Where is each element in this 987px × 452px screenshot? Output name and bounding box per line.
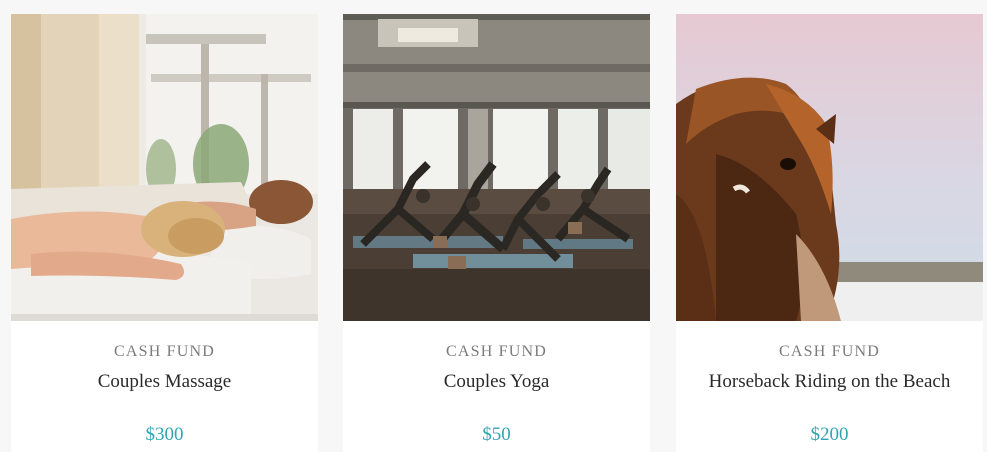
fund-image-couples-massage[interactable] xyxy=(11,14,318,321)
fund-type-label: CASH FUND xyxy=(113,343,216,360)
fund-title[interactable]: Couples Yoga xyxy=(343,371,650,393)
fund-image-horseback-riding[interactable] xyxy=(676,14,983,321)
cash-fund-grid: CASH FUND Couples Massage $300 CASH FUND… xyxy=(0,0,987,452)
fund-details: CASH FUND Couples Massage $300 xyxy=(11,321,318,452)
fund-price: $200 xyxy=(810,424,849,445)
fund-image-couples-yoga[interactable] xyxy=(343,14,650,321)
fund-title[interactable]: Horseback Riding on the Beach xyxy=(676,371,983,393)
fund-type-label: CASH FUND xyxy=(445,343,548,360)
fund-price: $50 xyxy=(482,424,511,445)
fund-type-label: CASH FUND xyxy=(778,343,881,360)
fund-details: CASH FUND Couples Yoga $50 xyxy=(343,321,650,452)
fund-card-horseback-riding[interactable]: CASH FUND Horseback Riding on the Beach … xyxy=(676,14,983,452)
fund-details: CASH FUND Horseback Riding on the Beach … xyxy=(676,321,983,452)
fund-card-couples-yoga[interactable]: CASH FUND Couples Yoga $50 xyxy=(343,14,650,452)
fund-title[interactable]: Couples Massage xyxy=(11,371,318,393)
fund-card-couples-massage[interactable]: CASH FUND Couples Massage $300 xyxy=(11,14,318,452)
fund-price: $300 xyxy=(145,424,184,445)
